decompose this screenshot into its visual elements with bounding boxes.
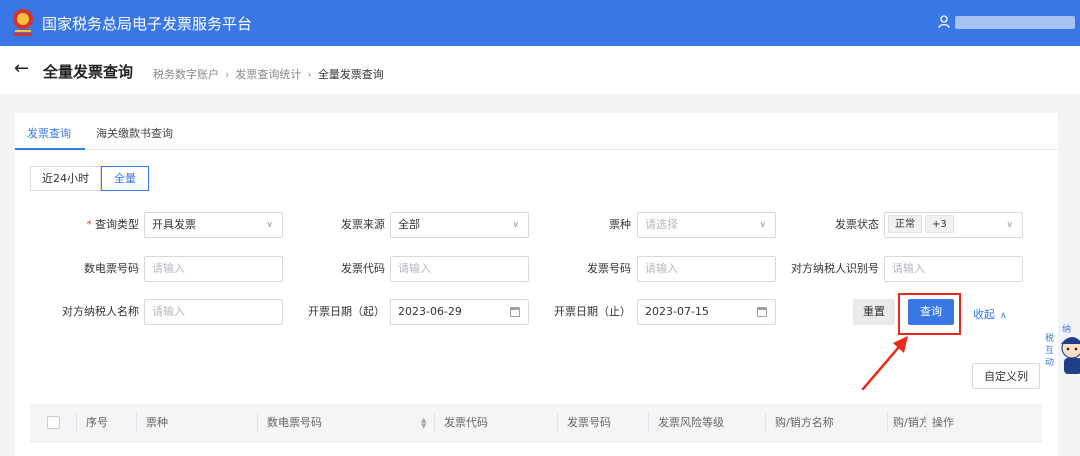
column-divider [557,413,558,433]
user-icon[interactable] [938,15,950,29]
counterparty-name-label: 对方纳税人名称 [62,305,139,318]
column-header: 发票号码 [567,416,611,429]
column-header: 序号 [86,416,108,429]
chevron-down-icon: ∨ [512,220,519,230]
counterparty-tax-id-placeholder: 请输入 [892,262,925,275]
column-divider [887,413,888,433]
collapse-toggle[interactable]: 收起 ∧ [973,306,1007,322]
e-invoice-no-input[interactable]: 请输入 [144,256,283,282]
invoice-code-input[interactable]: 请输入 [390,256,529,282]
back-arrow-icon[interactable]: ← [14,58,29,79]
e-invoice-no-placeholder: 请输入 [152,262,185,275]
column-divider [434,413,435,433]
required-mark: * [86,218,93,231]
top-bar: 国家税务总局电子发票服务平台 [0,0,1080,46]
tab-invoice-query[interactable]: 发票查询 [27,125,71,141]
ticket-type-select[interactable]: 请选择 ∨ [637,212,776,238]
breadcrumb-separator-icon: › [307,68,312,81]
tax-interaction-helper-icon[interactable]: 纳 税 互 动 [1042,318,1080,380]
date-end-picker[interactable]: 2023-07-15 [637,299,776,325]
column-divider [257,413,258,433]
calendar-icon [757,307,767,317]
column-divider [136,413,137,433]
breadcrumb-separator-icon: › [225,68,230,81]
invoice-source-value: 全部 [398,218,420,231]
select-all-checkbox[interactable] [47,416,60,429]
invoice-no-placeholder: 请输入 [645,262,678,275]
red-pointer-arrow-icon [861,336,908,391]
column-divider [765,413,766,433]
chevron-down-icon: ∨ [759,220,766,230]
reset-button[interactable]: 重置 [853,299,895,325]
sort-icon[interactable]: ▲ ▼ [421,417,426,430]
page-title: 全量发票查询 [43,63,134,81]
column-header: 发票风险等级 [658,416,724,429]
ticket-type-label: 票种 [609,218,631,231]
invoice-status-label: 发票状态 [835,218,879,231]
counterparty-tax-id-input[interactable]: 请输入 [884,256,1023,282]
column-header: 发票代码 [444,416,488,429]
query-card: 发票查询 海关缴款书查询 近24小时 全量 * 查询类型 开具发票 ∨ 发票来源 … [15,113,1058,456]
tax-emblem-logo [13,9,33,36]
date-end-value: 2023-07-15 [645,305,709,318]
column-header: 购/销方 [893,416,926,429]
column-divider [648,413,649,433]
custom-columns-button[interactable]: 自定义列 [972,363,1040,389]
date-start-value: 2023-06-29 [398,305,462,318]
chevron-down-icon: ∨ [266,220,273,230]
query-type-value: 开具发票 [152,218,196,231]
page-header: ← 全量发票查询 税务数字账户 › 发票查询统计 › 全量发票查询 [0,46,1080,94]
collapse-label: 收起 [973,308,995,321]
date-end-label: 开票日期（止） [554,305,631,318]
invoice-source-label: 发票来源 [341,218,385,231]
chevron-up-icon: ∧ [1000,311,1007,321]
counterparty-name-input[interactable]: 请输入 [144,299,283,325]
status-more-tag: +3 [925,215,954,233]
date-start-picker[interactable]: 2023-06-29 [390,299,529,325]
helper-text-char: 动 [1045,357,1054,368]
date-start-label: 开票日期（起） [308,305,385,318]
column-header: 购/销方名称 [775,416,834,429]
e-invoice-no-label: 数电票号码 [84,262,139,275]
invoice-no-label: 发票号码 [587,262,631,275]
column-header: 票种 [146,416,168,429]
status-tag: 正常 [888,215,922,233]
breadcrumb: 税务数字账户 › 发票查询统计 › 全量发票查询 [153,66,384,82]
query-type-label: * 查询类型 [86,218,140,231]
counterparty-tax-id-label: 对方纳税人识别号 [791,262,879,275]
invoice-status-select[interactable]: 正常 +3 ∨ [884,212,1023,238]
breadcrumb-item[interactable]: 税务数字账户 [153,68,219,81]
range-all-button[interactable]: 全量 [101,166,149,191]
chevron-down-icon: ∨ [1006,220,1013,230]
column-header: 数电票号码 [267,416,322,429]
app-title: 国家税务总局电子发票服务平台 [42,15,253,33]
breadcrumb-item[interactable]: 发票查询统计 [235,68,301,81]
helper-text-char: 纳 [1062,323,1071,335]
active-tab-indicator [15,148,85,150]
invoice-no-input[interactable]: 请输入 [637,256,776,282]
helper-text-char: 税 [1045,332,1054,344]
ticket-type-placeholder: 请选择 [645,218,678,231]
tab-customs-payment-query[interactable]: 海关缴款书查询 [96,125,173,141]
tab-bar: 发票查询 海关缴款书查询 [15,113,1058,150]
table-header: 序号 票种 数电票号码 ▲ ▼ 发票代码 发票号码 发票风险等级 购/销方名称 购… [30,404,1042,442]
highlight-box [898,293,961,335]
breadcrumb-current: 全量发票查询 [317,68,384,81]
range-24h-button[interactable]: 近24小时 [30,166,101,191]
column-header: 操作 [932,416,954,429]
invoice-code-placeholder: 请输入 [398,262,431,275]
counterparty-name-placeholder: 请输入 [152,305,185,318]
column-divider [926,413,927,433]
helper-text-char: 互 [1045,345,1054,356]
invoice-code-label: 发票代码 [341,262,385,275]
calendar-icon [510,307,520,317]
query-type-select[interactable]: 开具发票 ∨ [144,212,283,238]
column-divider [76,413,77,433]
invoice-source-select[interactable]: 全部 ∨ [390,212,529,238]
user-name-blurred[interactable] [955,16,1075,29]
